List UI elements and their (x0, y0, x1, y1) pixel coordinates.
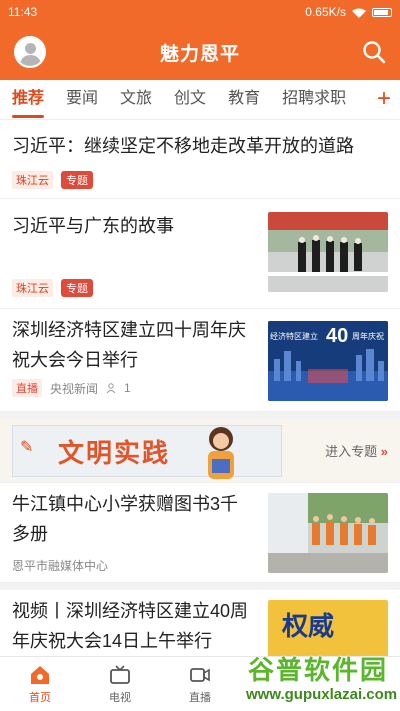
tab-recommend[interactable]: 推荐 (12, 80, 45, 119)
news-meta: 直播 央视新闻 1 (12, 379, 131, 397)
list-item[interactable]: 视频丨深圳经济特区建立40周年庆祝大会14日上午举行 权威 (0, 590, 400, 656)
girl-reading-illustration (208, 427, 234, 479)
app-header: 魅力恩平 (0, 24, 400, 80)
list-item[interactable]: 牛江镇中心小学获赠图书3千多册 恩平市融媒体中心 (0, 483, 400, 583)
enter-topic-link[interactable]: 进入专题 » (325, 441, 388, 460)
banner-title: 文明实践 (58, 438, 171, 468)
status-time: 11:43 (8, 5, 38, 19)
news-meta: 珠江云 专题 (12, 171, 388, 189)
chevron-double-right-icon: » (380, 444, 388, 459)
news-meta: 珠江云 专题 (12, 279, 93, 297)
nav-home[interactable]: 首页 (0, 657, 80, 711)
thumb-caption: 权威 (282, 611, 335, 641)
watermark-url: www.gupuxlazai.com (246, 686, 398, 703)
tab-jobs[interactable]: 招聘求职 (282, 80, 346, 119)
news-meta: 恩平市融媒体中心 (12, 557, 108, 574)
tab-news[interactable]: 要闻 (66, 80, 98, 119)
news-title: 习近平：继续坚定不移地走改革开放的道路 (12, 136, 354, 156)
status-bar: 11:43 0.65K/s (0, 0, 400, 24)
page-title: 魅力恩平 (159, 43, 240, 65)
status-right: 0.65K/s (305, 5, 392, 19)
news-title: 习近平与广东的故事 (12, 216, 174, 236)
news-thumbnail (268, 212, 388, 292)
source-tag: 珠江云 (12, 171, 53, 189)
wifi-icon (352, 7, 366, 18)
source-label: 央视新闻 (50, 381, 99, 396)
tab-education[interactable]: 教育 (228, 80, 260, 119)
thumb-number: 40 (326, 325, 349, 347)
list-item[interactable]: 习近平与广东的故事 珠江云 专题 (0, 199, 400, 309)
view-count: 1 (124, 381, 131, 395)
news-title: 深圳经济特区建立四十周年庆祝大会今日举行 (12, 320, 246, 370)
news-feed: 习近平：继续坚定不移地走改革开放的道路 珠江云 专题 习近平与广东的故事 珠江云… (0, 121, 400, 656)
user-icon (106, 383, 116, 393)
news-thumbnail (268, 493, 388, 573)
watermark-title: 谷普软件园 (248, 655, 389, 685)
channel-tabs: 推荐 要闻 文旅 创文 教育 招聘求职 + (0, 80, 400, 120)
topic-badge: 专题 (61, 279, 93, 297)
live-badge: 直播 (12, 379, 42, 397)
tab-culture-travel[interactable]: 文旅 (120, 80, 152, 119)
divider (0, 583, 400, 590)
avatar[interactable] (14, 36, 46, 68)
topic-badge: 专题 (61, 171, 93, 189)
thumb-caption: 经济特区建立 (270, 332, 318, 341)
add-channel-button[interactable]: + (368, 80, 400, 119)
site-watermark: 谷普软件园 www.gupuxlazai.com (212, 648, 400, 711)
tv-icon (110, 665, 130, 684)
video-camera-icon (190, 668, 210, 682)
enter-topic-label: 进入专题 (325, 444, 378, 459)
divider (0, 412, 400, 419)
nav-tv-label: 电视 (109, 692, 131, 704)
battery-icon (372, 7, 392, 17)
topic-banner[interactable]: ✎ 文明实践 进入专题 » (0, 419, 400, 483)
network-speed: 0.65K/s (305, 5, 346, 19)
source-label: 恩平市融媒体中心 (12, 559, 109, 573)
home-icon (31, 666, 49, 684)
source-tag: 珠江云 (12, 279, 53, 297)
pencil-icon: ✎ (20, 439, 34, 456)
tab-civilization[interactable]: 创文 (174, 80, 206, 119)
list-item[interactable]: 深圳经济特区建立四十周年庆祝大会今日举行 直播 央视新闻 1 经济特区建立 40… (0, 309, 400, 412)
news-title: 视频丨深圳经济特区建立40周年庆祝大会14日上午举行 (12, 601, 249, 651)
news-title: 牛江镇中心小学获赠图书3千多册 (12, 494, 239, 544)
thumb-suffix: 周年庆祝 (352, 332, 384, 341)
news-thumbnail: 经济特区建立 40 周年庆祝 (268, 321, 388, 401)
nav-tv[interactable]: 电视 (80, 657, 160, 711)
nav-home-label: 首页 (29, 692, 51, 704)
search-icon[interactable] (362, 40, 386, 64)
nav-live-label: 直播 (189, 692, 211, 704)
list-item[interactable]: 习近平：继续坚定不移地走改革开放的道路 珠江云 专题 (0, 121, 400, 199)
